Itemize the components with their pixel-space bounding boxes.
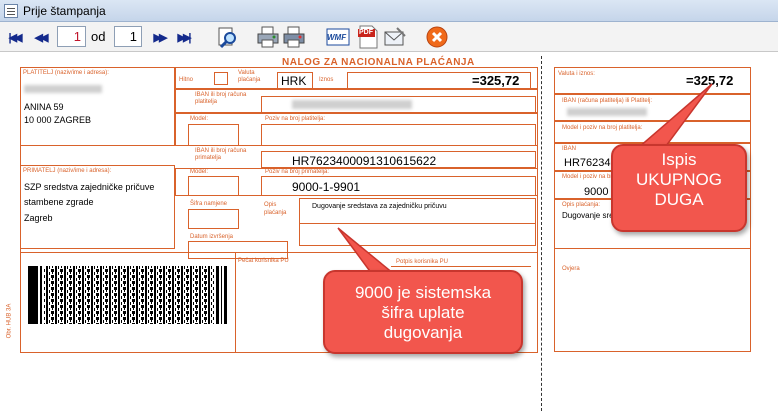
total-callout-line2: UKUPNOG (636, 170, 722, 189)
window-titlebar: Prije štampanja (0, 0, 778, 22)
pdf-label: PDF (359, 29, 373, 36)
print-setup-icon[interactable] (256, 25, 280, 49)
wmf-label: WMF (327, 33, 347, 42)
email-icon[interactable] (383, 25, 407, 49)
current-page-input[interactable]: 1 (57, 26, 86, 47)
system-code-callout: 9000 je sistemska šifra uplate dugovanja (323, 270, 523, 354)
zoom-icon[interactable] (216, 25, 240, 49)
code-callout-line1: 9000 je sistemska (354, 283, 492, 302)
code-callout-line2: šifra uplate (381, 303, 465, 322)
total-callout-line1: Ispis (661, 150, 697, 169)
code-callout-line3: dugovanja (383, 323, 463, 342)
next-page-icon[interactable]: ▶▶ (150, 27, 168, 47)
toolbar: |◀◀ ◀◀ 1 od 1 ▶▶ ▶▶| WMF PDF (0, 22, 778, 52)
total-pages-field: 1 (114, 26, 142, 47)
pdf-export-button[interactable]: PDF (356, 25, 380, 49)
close-icon[interactable] (425, 25, 449, 49)
total-debt-callout: Ispis UKUPNOG DUGA (611, 144, 747, 232)
document-window-icon (4, 3, 18, 18)
callout-arrows (337, 83, 713, 275)
payment-slip: NALOG ZA NACIONALNA PLAĆANJA PLATITELJ (… (2, 56, 775, 411)
print-preview-area[interactable]: NALOG ZA NACIONALNA PLAĆANJA PLATITELJ (… (0, 52, 778, 411)
first-page-icon[interactable]: |◀◀ (5, 27, 23, 47)
wmf-export-button[interactable]: WMF (326, 25, 350, 49)
total-callout-line3: DUGA (654, 190, 704, 209)
previous-page-icon[interactable]: ◀◀ (31, 27, 49, 47)
of-label: od (91, 29, 106, 44)
code-callout-pointer (337, 227, 397, 275)
window-title: Prije štampanja (23, 3, 106, 18)
print-icon[interactable] (282, 25, 306, 49)
last-page-icon[interactable]: ▶▶| (174, 27, 192, 47)
